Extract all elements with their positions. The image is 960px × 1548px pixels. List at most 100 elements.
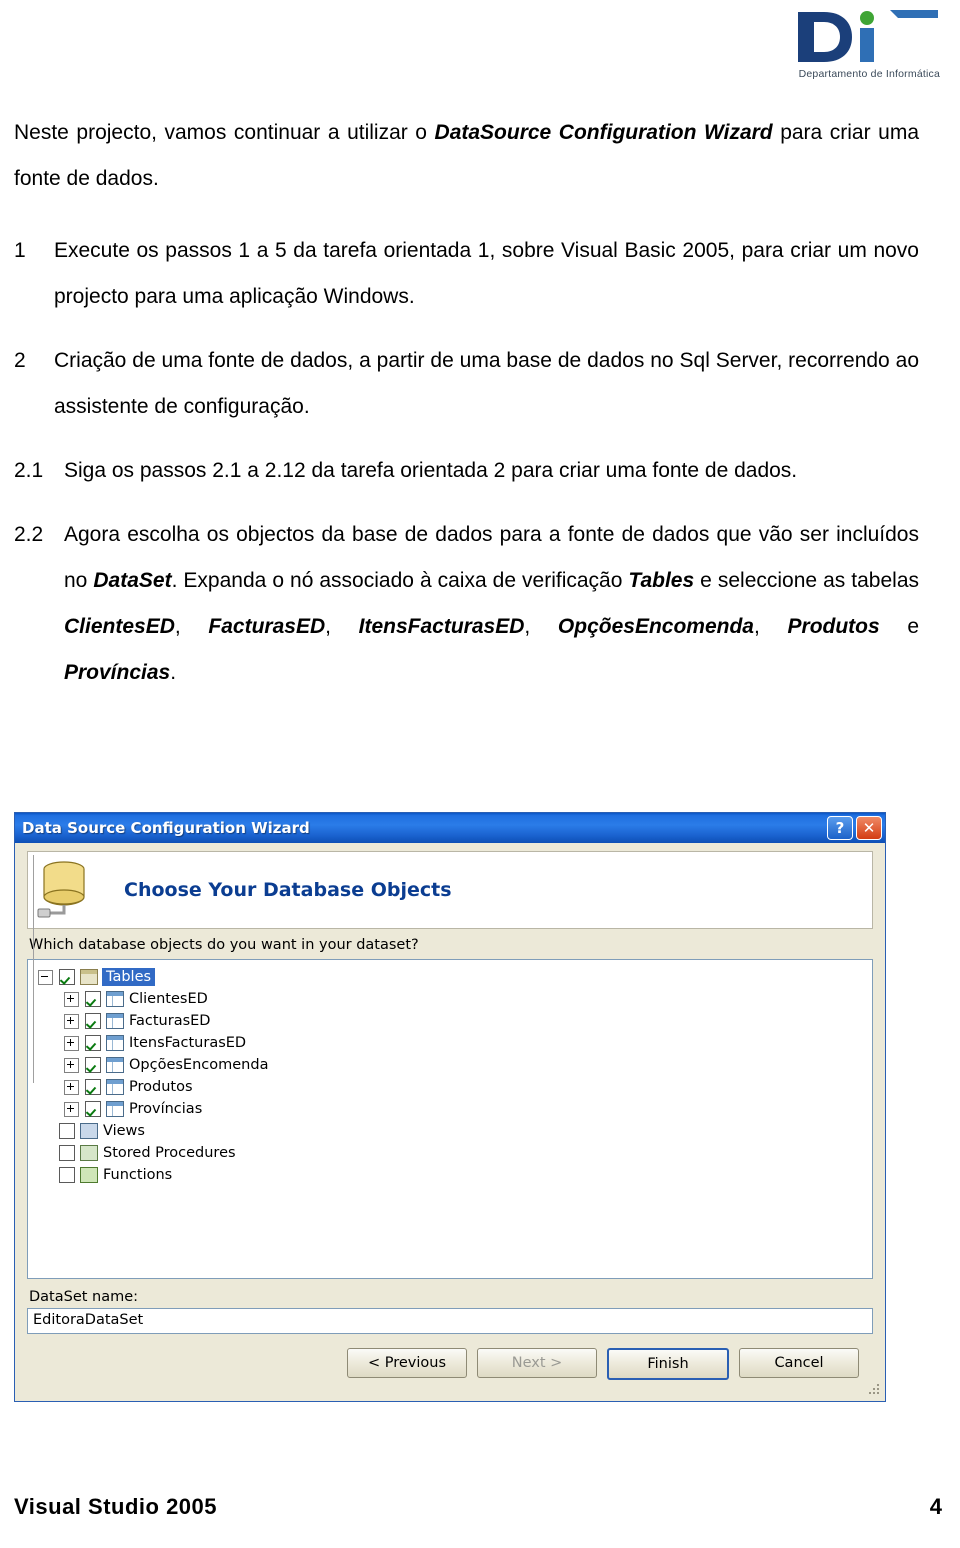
tree-node-stored-procedures[interactable]: Stored Procedures	[32, 1142, 868, 1164]
tree-node-label: ClientesED	[129, 991, 208, 1007]
tree-node-label: Functions	[103, 1167, 173, 1183]
item22-em-produtos: Produtos	[787, 615, 880, 638]
dialog-title: Data Source Configuration Wizard	[22, 819, 310, 837]
list-item-text: Execute os passos 1 a 5 da tarefa orient…	[54, 239, 919, 308]
expander-minus-icon[interactable]	[38, 969, 53, 985]
previous-button[interactable]: < Previous	[347, 1348, 467, 1378]
checkbox-table[interactable]	[85, 1079, 101, 1095]
list-item-text: Criação de uma fonte de dados, a partir …	[54, 349, 919, 418]
footer-page-number: 4	[929, 1494, 942, 1519]
checkbox-functions[interactable]	[59, 1167, 75, 1183]
stored-procedures-icon	[80, 1145, 98, 1161]
tree-node-table[interactable]: Produtos	[32, 1076, 868, 1098]
views-icon	[80, 1123, 98, 1139]
expander-plus-icon[interactable]	[64, 991, 79, 1007]
tree-node-table[interactable]: OpçõesEncomenda	[32, 1054, 868, 1076]
tree-node-table[interactable]: FacturasED	[32, 1010, 868, 1032]
logo-caption: Departamento de Informática	[798, 68, 940, 80]
table-grid-icon	[106, 1013, 124, 1029]
dialog-titlebar[interactable]: Data Source Configuration Wizard ? ✕	[15, 813, 885, 843]
item22-em-provincias: Províncias	[64, 661, 171, 684]
checkbox-table[interactable]	[85, 991, 101, 1007]
dialog-banner: Choose Your Database Objects	[27, 851, 873, 929]
item22-part5: ,	[325, 615, 359, 638]
checkbox-views[interactable]	[59, 1123, 75, 1139]
list-item-text: Siga os passos 2.1 a 2.12 da tarefa orie…	[64, 459, 798, 482]
database-icon	[34, 857, 124, 923]
data-source-configuration-wizard-dialog[interactable]: Data Source Configuration Wizard ? ✕ Cho…	[14, 812, 886, 1402]
table-grid-icon	[106, 1057, 124, 1073]
close-icon[interactable]: ✕	[856, 816, 882, 840]
tree-node-label: Produtos	[129, 1079, 193, 1095]
expander-plus-icon[interactable]	[64, 1013, 79, 1029]
dataset-name-label: DataSet name:	[29, 1289, 139, 1305]
item22-part9: .	[170, 661, 177, 684]
tree-node-table[interactable]: ItensFacturasED	[32, 1032, 868, 1054]
tree-node-functions[interactable]: Functions	[32, 1164, 868, 1186]
item22-em-opcoesencomenda: OpçõesEncomenda	[557, 615, 754, 638]
tables-folder-icon	[80, 969, 98, 985]
item22-part4: ,	[174, 615, 209, 638]
item22-em-facturased: FacturasED	[208, 615, 326, 638]
expander-plus-icon[interactable]	[64, 1101, 79, 1117]
list-item-number: 2.2	[14, 523, 44, 546]
logo: Departamento de Informática	[794, 8, 942, 86]
tree-node-label: ItensFacturasED	[129, 1035, 247, 1051]
list-item-number: 2	[14, 349, 26, 372]
table-grid-icon	[106, 991, 124, 1007]
item22-em-tables: Tables	[628, 569, 695, 592]
list-item: 2.1 Siga os passos 2.1 a 2.12 da tarefa …	[14, 448, 919, 494]
database-objects-tree[interactable]: Tables ClientesED FacturasED ItensFactur…	[27, 855, 873, 1279]
tree-node-label: Tables	[102, 968, 156, 986]
list-item-text: Agora escolha os objectos da base de dad…	[64, 512, 919, 696]
tree-node-label: OpçõesEncomenda	[129, 1057, 269, 1073]
item22-part2: . Expanda o nó associado à caixa de veri…	[171, 569, 629, 592]
finish-button[interactable]: Finish	[607, 1348, 729, 1380]
list-item: 2 Criação de uma fonte de dados, a parti…	[14, 338, 919, 430]
document-body: Neste projecto, vamos continuar a utiliz…	[14, 110, 919, 696]
resize-grip-icon[interactable]	[867, 1384, 881, 1398]
tree-node-table[interactable]: ClientesED	[32, 988, 868, 1010]
tree-node-views[interactable]: Views	[32, 1120, 868, 1142]
checkbox-table[interactable]	[85, 1013, 101, 1029]
tree-node-label: Views	[103, 1123, 145, 1139]
expander-plus-icon[interactable]	[64, 1035, 79, 1051]
item22-part6: ,	[524, 615, 558, 638]
list-item-number: 1	[14, 239, 26, 262]
checkbox-tables[interactable]	[59, 969, 75, 985]
expander-plus-icon[interactable]	[64, 1079, 79, 1095]
table-grid-icon	[106, 1101, 124, 1117]
logo-mark	[794, 8, 942, 66]
dialog-button-row: < Previous Next > Finish Cancel	[27, 1348, 873, 1380]
checkbox-stored-procedures[interactable]	[59, 1145, 75, 1161]
tree-node-label: Províncias	[129, 1101, 203, 1117]
intro-emphasis: DataSource Configuration Wizard	[434, 121, 773, 144]
item22-part7: ,	[753, 615, 788, 638]
checkbox-table[interactable]	[85, 1035, 101, 1051]
expander-plus-icon[interactable]	[64, 1057, 79, 1073]
item22-em-itensfacturased: ItensFacturasED	[358, 615, 525, 638]
table-grid-icon	[106, 1035, 124, 1051]
list-item-number: 2.1	[14, 459, 44, 482]
dataset-name-input[interactable]: EditoraDataSet	[27, 1308, 873, 1334]
cancel-button[interactable]: Cancel	[739, 1348, 859, 1378]
list-item: 1 Execute os passos 1 a 5 da tarefa orie…	[14, 228, 919, 320]
intro-text-1: Neste projecto, vamos continuar a utiliz…	[14, 121, 435, 144]
help-button[interactable]: ?	[827, 816, 853, 840]
tree-node-label: Stored Procedures	[103, 1145, 236, 1161]
next-button[interactable]: Next >	[477, 1348, 597, 1378]
checkbox-table[interactable]	[85, 1057, 101, 1073]
item22-em-clientesed: ClientesED	[64, 615, 175, 638]
tree-node-table[interactable]: Províncias	[32, 1098, 868, 1120]
table-grid-icon	[106, 1079, 124, 1095]
checkbox-table[interactable]	[85, 1101, 101, 1117]
item22-part8: e	[879, 615, 920, 638]
dialog-question: Which database objects do you want in yo…	[29, 937, 419, 953]
functions-icon	[80, 1167, 98, 1183]
dialog-body: Choose Your Database Objects Which datab…	[15, 843, 885, 1401]
page-footer: Visual Studio 2005 4	[14, 1494, 942, 1520]
footer-title: Visual Studio 2005	[14, 1494, 218, 1519]
item22-em-dataset: DataSet	[93, 569, 172, 592]
item22-part3: e seleccione as tabelas	[694, 569, 919, 592]
tree-node-tables[interactable]: Tables	[32, 966, 868, 988]
